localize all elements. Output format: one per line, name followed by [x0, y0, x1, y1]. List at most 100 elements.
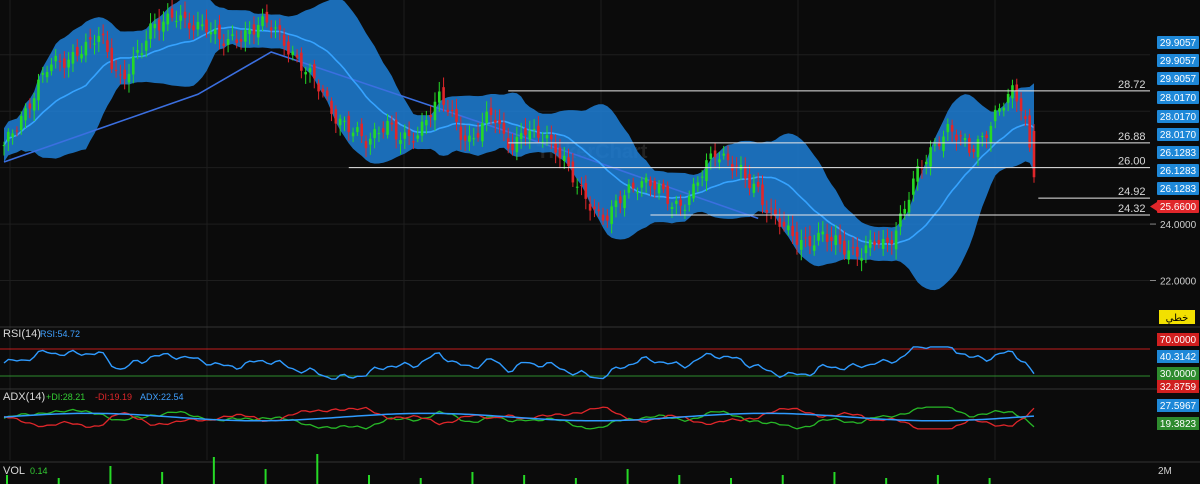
candle-body: [420, 121, 424, 136]
price-tag-label: 29.9057: [1160, 38, 1197, 49]
candle-body: [506, 138, 510, 149]
candle-body: [97, 36, 101, 42]
candle-body: [567, 157, 570, 167]
candle-body: [338, 118, 342, 126]
candle-body: [295, 54, 299, 58]
candle-body: [412, 141, 415, 143]
candle-body: [856, 247, 859, 257]
candle-body: [28, 103, 32, 109]
candle-body: [356, 127, 359, 133]
candle-body: [554, 143, 557, 153]
candle-body: [11, 133, 14, 137]
candle-body: [618, 196, 622, 204]
candle-body: [1006, 94, 1010, 103]
candle-body: [692, 183, 695, 199]
candle-body: [726, 153, 730, 161]
adx-tag-label: 27.5967: [1160, 401, 1197, 412]
candle-body: [192, 25, 195, 31]
candle-body: [700, 176, 704, 178]
candle-body: [101, 33, 105, 36]
candle-body: [188, 22, 191, 29]
candle-body: [269, 27, 273, 31]
candle-body: [528, 130, 532, 140]
candle-body: [321, 88, 325, 92]
candle-body: [687, 196, 691, 205]
candle-body: [136, 49, 139, 53]
adx-tags: 32.8759 27.5967 19.3823: [1157, 380, 1199, 430]
candle-body: [106, 40, 109, 52]
candle-body: [597, 209, 601, 212]
candle-body: [808, 236, 812, 247]
level-label: 28.72: [1118, 79, 1146, 91]
candle-body: [907, 199, 911, 213]
candle-body: [929, 147, 932, 167]
candle-body: [119, 74, 122, 76]
candle-body: [231, 34, 234, 37]
candle-body: [369, 138, 372, 145]
candle-body: [834, 235, 838, 246]
candle-body: [821, 231, 825, 235]
candle-body: [459, 126, 463, 140]
price-tag-label: 28.0170: [1160, 93, 1197, 104]
candle-body: [32, 98, 36, 111]
candle-body: [666, 185, 669, 204]
stock-chart[interactable]: TickerChart 28.7226.8826.0024.9224.32 24…: [0, 0, 1200, 484]
volume-bar: [678, 475, 681, 484]
candle-body: [933, 144, 937, 146]
candle-body: [71, 52, 75, 64]
candle-body: [1015, 84, 1019, 102]
candle-body: [825, 234, 829, 242]
candle-body: [774, 209, 777, 216]
candle-body: [584, 183, 588, 199]
candle-body: [394, 119, 398, 140]
candle-body: [144, 40, 148, 51]
candle-body: [537, 125, 540, 138]
candle-body: [532, 128, 536, 130]
price-tag-label: 29.9057: [1160, 74, 1197, 85]
candle-body: [45, 71, 49, 78]
candle-body: [390, 122, 394, 125]
candle-body: [162, 21, 165, 32]
candle-body: [88, 37, 92, 40]
candle-body: [433, 101, 437, 121]
candle-body: [877, 240, 881, 245]
candle-body: [334, 109, 338, 124]
volume-bar: [368, 475, 371, 484]
volume-bar: [988, 478, 991, 484]
candle-body: [761, 184, 764, 206]
candle-body: [481, 123, 484, 142]
candle-body: [838, 234, 842, 245]
candle-body: [373, 129, 376, 139]
candle-body: [196, 21, 200, 30]
candle-body: [679, 199, 682, 206]
price-tag-label: 28.0170: [1160, 112, 1197, 123]
candle-body: [817, 232, 820, 241]
candle-body: [765, 210, 769, 213]
candle-body: [985, 134, 988, 139]
candle-body: [489, 107, 493, 116]
candle-body: [485, 111, 488, 124]
candle-body: [84, 41, 88, 56]
candle-body: [157, 19, 161, 31]
rsi-tag-label: 40.3142: [1160, 352, 1197, 363]
candle-body: [140, 53, 144, 55]
volume-bar: [730, 478, 733, 484]
candle-body: [868, 239, 872, 248]
candle-body: [127, 73, 131, 83]
candle-body: [748, 174, 751, 189]
level-label: 26.00: [1118, 156, 1146, 168]
candle-body: [472, 138, 476, 140]
candle-body: [890, 239, 894, 245]
candle-body: [644, 177, 648, 183]
candle-body: [696, 182, 700, 186]
lang-tag[interactable]: خطي: [1159, 310, 1195, 324]
candle-body: [300, 52, 303, 71]
candle-body: [735, 165, 738, 167]
candle-body: [649, 180, 652, 186]
candle-body: [1011, 85, 1014, 99]
candle-body: [524, 128, 527, 135]
volume-bar: [161, 472, 164, 484]
candle-body: [571, 161, 575, 183]
candle-body: [662, 183, 665, 190]
candle-body: [175, 21, 178, 23]
